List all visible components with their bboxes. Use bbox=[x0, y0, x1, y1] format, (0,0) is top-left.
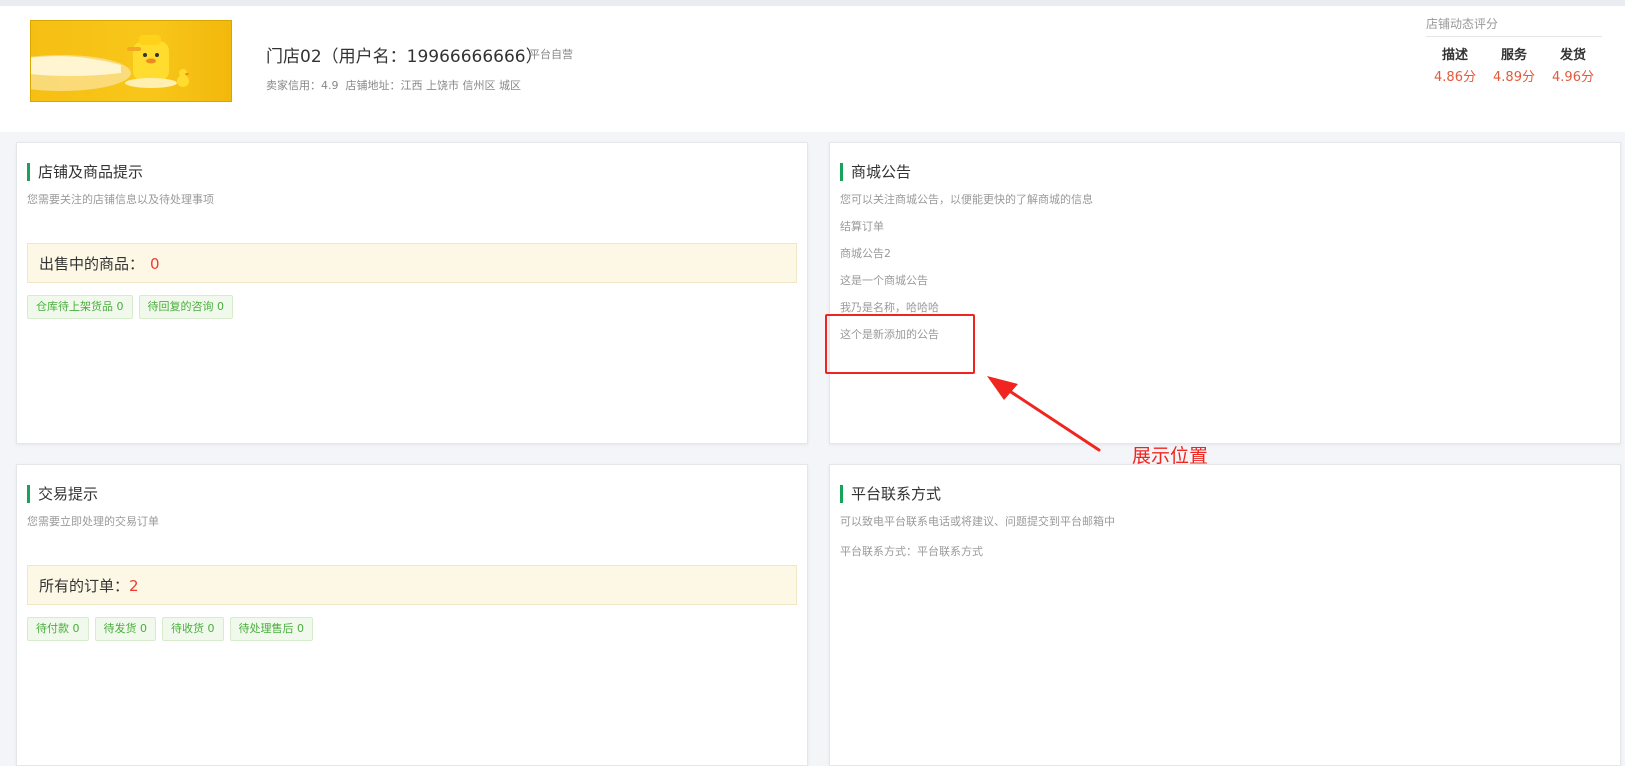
platform-contact-card: 平台联系方式 可以致电平台联系电话或将建议、问题提交到平台邮箱中 平台联系方式：… bbox=[829, 464, 1621, 766]
tag-warehouse-pending[interactable]: 仓库待上架货品 0 bbox=[27, 295, 133, 319]
card-subtitle: 您需要关注的店铺信息以及待处理事项 bbox=[27, 193, 214, 206]
tag-pending-shipment[interactable]: 待发货 0 bbox=[94, 617, 156, 641]
seller-credit-label: 卖家信用： bbox=[266, 79, 321, 92]
summary-count: 2 bbox=[129, 577, 139, 595]
notice-item[interactable]: 这是一个商城公告 bbox=[840, 267, 939, 294]
mall-notice-card: 商城公告 您可以关注商城公告，以便能更快的了解商城的信息 结算订单 商城公告2 … bbox=[829, 142, 1621, 444]
rating-value: 4.86分 bbox=[1434, 70, 1476, 85]
rating-item-delivery: 发货 4.96分 bbox=[1544, 45, 1602, 89]
rating-label: 发货 bbox=[1559, 48, 1586, 63]
notice-item[interactable]: 结算订单 bbox=[840, 213, 939, 240]
summary-label: 所有的订单： bbox=[39, 577, 130, 595]
card-title: 平台联系方式 bbox=[840, 485, 941, 503]
store-logo-illustration bbox=[31, 35, 189, 91]
summary-label: 出售中的商品： bbox=[39, 255, 145, 273]
store-header: 门店02（用户名：19966666666） 平台自营 卖家信用：4.9 店铺地址… bbox=[0, 6, 1625, 132]
card-subtitle: 可以致电平台联系电话或将建议、问题提交到平台邮箱中 bbox=[840, 515, 1115, 528]
card-subtitle: 您可以关注商城公告，以便能更快的了解商城的信息 bbox=[840, 193, 1093, 206]
store-goods-card: 店铺及商品提示 您需要关注的店铺信息以及待处理事项 出售中的商品： 0 仓库待上架… bbox=[16, 142, 808, 444]
rating-label: 描述 bbox=[1441, 48, 1468, 63]
tag-pending-inquiries[interactable]: 待回复的咨询 0 bbox=[138, 295, 233, 319]
tag-pending-receipt[interactable]: 待收货 0 bbox=[162, 617, 224, 641]
order-tags: 待付款 0 待发货 0 待收货 0 待处理售后 0 bbox=[27, 617, 313, 641]
store-type-tag: 平台自营 bbox=[529, 48, 573, 61]
rating-title: 店铺动态评分 bbox=[1426, 12, 1602, 37]
annotation-label: 展示位置 bbox=[1132, 445, 1209, 467]
card-title: 交易提示 bbox=[27, 485, 98, 503]
goods-on-sale-summary[interactable]: 出售中的商品： 0 bbox=[27, 243, 797, 283]
summary-count: 0 bbox=[150, 255, 160, 273]
rating-value: 4.96分 bbox=[1552, 70, 1594, 85]
store-rating-panel: 店铺动态评分 描述 4.86分 服务 4.89分 发货 4.96分 bbox=[1426, 12, 1602, 89]
card-title: 店铺及商品提示 bbox=[27, 163, 143, 181]
rating-value: 4.89分 bbox=[1493, 70, 1535, 85]
store-logo-image[interactable] bbox=[30, 20, 232, 102]
store-meta: 卖家信用：4.9 店铺地址：江西 上饶市 信州区 城区 bbox=[266, 77, 521, 93]
annotation-highlight-box bbox=[825, 314, 975, 374]
card-title: 商城公告 bbox=[840, 163, 911, 181]
rating-item-description: 描述 4.86分 bbox=[1426, 45, 1484, 89]
store-name: 门店02（用户名：19966666666） bbox=[266, 47, 543, 67]
rating-item-service: 服务 4.89分 bbox=[1485, 45, 1543, 89]
store-address-label: 店铺地址： bbox=[345, 79, 401, 92]
card-subtitle: 您需要立即处理的交易订单 bbox=[27, 515, 159, 528]
tag-pending-payment[interactable]: 待付款 0 bbox=[27, 617, 89, 641]
notice-item[interactable]: 商城公告2 bbox=[840, 240, 939, 267]
goods-tags: 仓库待上架货品 0 待回复的咨询 0 bbox=[27, 295, 233, 319]
store-address-value: 江西 上饶市 信州区 城区 bbox=[400, 79, 522, 92]
rating-columns: 描述 4.86分 服务 4.89分 发货 4.96分 bbox=[1426, 45, 1602, 89]
trade-card: 交易提示 您需要立即处理的交易订单 所有的订单：2 待付款 0 待发货 0 待收… bbox=[16, 464, 808, 766]
contact-info: 平台联系方式：平台联系方式 bbox=[840, 545, 983, 558]
tag-pending-aftersale[interactable]: 待处理售后 0 bbox=[229, 617, 313, 641]
seller-credit-value: 4.9 bbox=[321, 79, 339, 92]
rating-label: 服务 bbox=[1500, 48, 1527, 63]
all-orders-summary[interactable]: 所有的订单：2 bbox=[27, 565, 797, 605]
